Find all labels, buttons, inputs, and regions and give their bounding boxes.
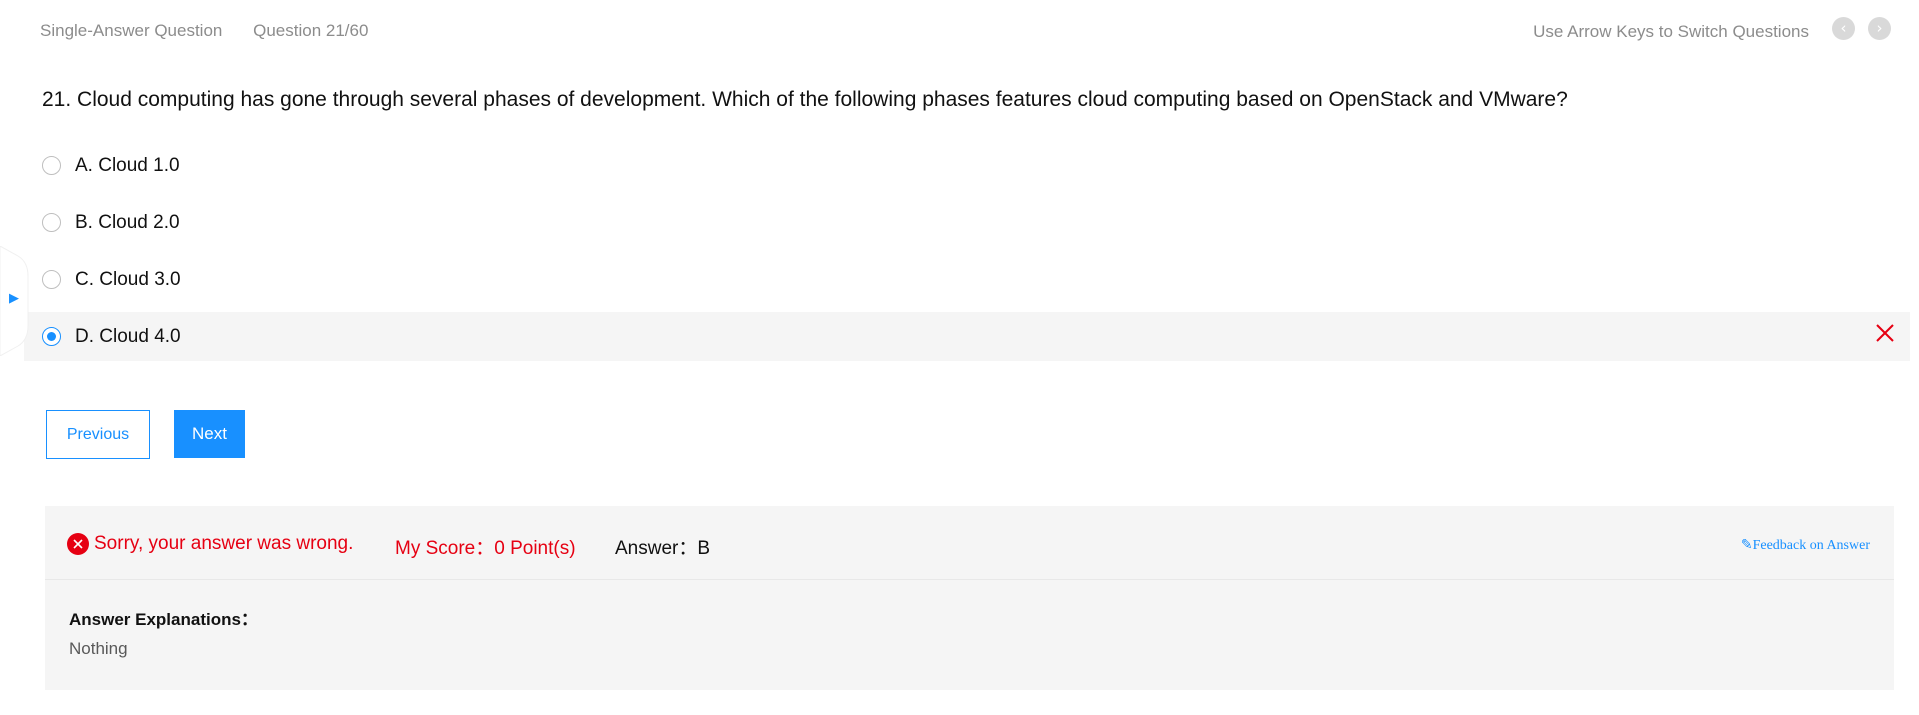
option-label: B. Cloud 2.0 [75,211,180,233]
radio-button[interactable] [42,213,61,232]
option-label: D. Cloud 4.0 [75,325,181,347]
radio-button-checked[interactable] [42,327,61,346]
error-circle-icon [67,533,89,555]
chevron-left-icon[interactable]: ‹ [1832,17,1855,40]
triangle-right-icon[interactable]: ▶ [9,290,19,306]
question-meta: Single-Answer Question Question 21/60 [40,21,394,41]
feedback-label: Feedback on Answer [1752,538,1870,553]
keyboard-hint: Use Arrow Keys to Switch Questions [1533,22,1809,41]
close-icon [1876,324,1894,342]
quiz-page: Single-Answer Question Question 21/60 Us… [0,0,1919,715]
option-label: A. Cloud 1.0 [75,154,180,176]
question-type: Single-Answer Question [40,21,223,40]
question-counter: Question 21/60 [253,21,369,40]
edit-icon: ✎ [1740,538,1753,553]
radio-button[interactable] [42,270,61,289]
correct-answer: Answer：B [615,538,711,559]
score-text: My Score：0 Point(s) [395,538,576,559]
radio-button[interactable] [42,156,61,175]
feedback-link[interactable]: ✎Feedback on Answer [1741,537,1870,554]
option-label: C. Cloud 3.0 [75,268,181,290]
previous-button[interactable]: Previous [46,410,150,459]
explanation-title: Answer Explanations： [69,610,258,629]
option-c[interactable]: C. Cloud 3.0 [24,255,1910,304]
result-summary: Sorry, your answer was wrong. My Score：0… [45,506,1894,580]
explanation-body: Nothing [69,639,128,658]
chevron-right-icon[interactable]: › [1868,17,1891,40]
question-text: 21. Cloud computing has gone through sev… [42,88,1568,111]
next-button[interactable]: Next [174,410,245,458]
option-b[interactable]: B. Cloud 2.0 [24,198,1910,247]
wrong-answer-message: Sorry, your answer was wrong. [94,533,354,554]
option-d[interactable]: D. Cloud 4.0 [24,312,1910,361]
option-a[interactable]: A. Cloud 1.0 [24,141,1910,190]
result-panel: Sorry, your answer was wrong. My Score：0… [45,506,1894,690]
